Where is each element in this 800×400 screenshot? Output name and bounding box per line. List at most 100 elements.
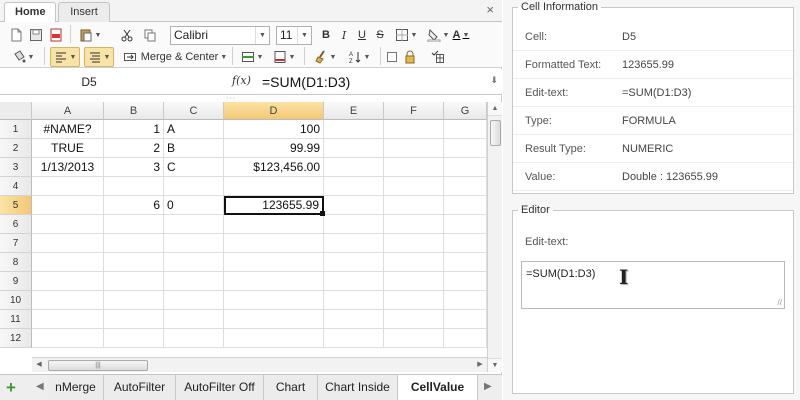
cell-d1[interactable]: 100 [224,120,324,139]
sheet-tab-chart[interactable]: Chart [264,375,318,400]
cell-d7[interactable] [224,234,324,253]
cell-g2[interactable] [444,139,487,158]
sheet-tab-chart-inside[interactable]: Chart Inside [318,375,398,400]
cell-b4[interactable] [104,177,164,196]
cell-d6[interactable] [224,215,324,234]
cell-f3[interactable] [384,158,444,177]
paint-bucket-icon[interactable]: ▼ [8,47,38,67]
cell-f8[interactable] [384,253,444,272]
cell-e10[interactable] [324,291,384,310]
cell-g6[interactable] [444,215,487,234]
ribbon-tab-home[interactable]: Home [4,2,56,23]
column-header-c[interactable]: C [164,102,224,120]
cell-a3[interactable]: 1/13/2013 [32,158,104,177]
cell-a11[interactable] [32,310,104,329]
cell-a9[interactable] [32,272,104,291]
row-header-4[interactable]: 4 [0,177,32,196]
vertical-align-icon[interactable]: ▼ [50,47,80,67]
row-header-2[interactable]: 2 [0,139,32,158]
row-header-11[interactable]: 11 [0,310,32,329]
cell-g8[interactable] [444,253,487,272]
cell-c9[interactable] [164,272,224,291]
cell-a4[interactable] [32,177,104,196]
column-header-b[interactable]: B [104,102,164,120]
cell-c2[interactable]: B [164,139,224,158]
paste-icon[interactable]: ▼ [75,25,105,45]
cell-a10[interactable] [32,291,104,310]
cell-b7[interactable] [104,234,164,253]
cell-c12[interactable] [164,329,224,348]
column-header-e[interactable]: E [324,102,384,120]
cell-f7[interactable] [384,234,444,253]
merge-center-button[interactable]: Merge & Center ▼ [120,47,230,67]
cell-c5[interactable]: 0 [164,196,224,215]
clear-broom-icon[interactable]: ▼ [310,47,340,67]
save-icon[interactable] [28,25,44,45]
cell-b12[interactable] [104,329,164,348]
gridlines-icon[interactable] [422,47,452,67]
pin-icon[interactable]: ⬇ [490,75,498,86]
row-header-7[interactable]: 7 [0,234,32,253]
copy-icon[interactable] [142,25,158,45]
cell-f2[interactable] [384,139,444,158]
cell-d2[interactable]: 99.99 [224,139,324,158]
cell-b2[interactable]: 2 [104,139,164,158]
sheet-tab-nmerge[interactable]: nMerge [48,375,104,400]
cell-g9[interactable] [444,272,487,291]
scroll-down-icon[interactable]: ▼ [488,358,502,372]
cell-d10[interactable] [224,291,324,310]
cell-e7[interactable] [324,234,384,253]
row-header-8[interactable]: 8 [0,253,32,272]
font-color-button[interactable]: A ▼ [447,25,475,45]
close-icon[interactable]: × [486,3,494,17]
cell-c4[interactable] [164,177,224,196]
cell-b5[interactable]: 6 [104,196,164,215]
sheet-tab-cellvalue[interactable]: CellValue [398,375,478,400]
tab-scroll-left-icon[interactable]: ◀ [36,381,44,392]
scroll-left-icon[interactable]: ◀ [32,358,46,372]
cell-f5[interactable] [384,196,444,215]
lock-icon[interactable] [402,47,418,67]
column-header-a[interactable]: A [32,102,104,120]
sort-az-icon[interactable]: A Z ▼ [344,47,374,67]
column-header-f[interactable]: F [384,102,444,120]
new-file-icon[interactable] [8,25,24,45]
cell-c8[interactable] [164,253,224,272]
cell-a7[interactable] [32,234,104,253]
cell-d3[interactable]: $123,456.00 [224,158,324,177]
italic-button[interactable]: I [337,25,351,45]
horizontal-align-icon[interactable]: ▼ [84,47,114,67]
pdf-icon[interactable] [48,25,64,45]
cell-g4[interactable] [444,177,487,196]
cell-f12[interactable] [384,329,444,348]
font-size-select[interactable]: 11 ▼ [276,26,312,45]
checkbox-icon[interactable] [385,47,399,67]
row-header-9[interactable]: 9 [0,272,32,291]
strikethrough-button[interactable]: S [373,25,387,45]
cell-a8[interactable] [32,253,104,272]
row-header-12[interactable]: 12 [0,329,32,348]
cell-e6[interactable] [324,215,384,234]
cell-e12[interactable] [324,329,384,348]
cell-d5[interactable]: 123655.99 [224,196,324,215]
ribbon-tab-insert[interactable]: Insert [58,2,110,23]
cell-b11[interactable] [104,310,164,329]
delete-row-icon[interactable]: ▼ [270,47,298,67]
cell-e5[interactable] [324,196,384,215]
borders-icon[interactable]: ▼ [392,25,420,45]
cell-e4[interactable] [324,177,384,196]
select-all-corner[interactable] [0,102,32,120]
cell-a2[interactable]: TRUE [32,139,104,158]
cell-b10[interactable] [104,291,164,310]
sheet-tab-autofilter[interactable]: AutoFilter [104,375,176,400]
tab-scroll-right-icon[interactable]: ▶ [484,381,492,392]
column-header-d[interactable]: D [224,102,324,120]
insert-row-icon[interactable]: ▼ [238,47,266,67]
edit-text-area[interactable]: =SUM(D1:D3) I // [521,261,785,309]
cell-d4[interactable] [224,177,324,196]
scroll-right-icon[interactable]: ▶ [473,358,487,372]
font-name-select[interactable]: Calibri ▼ [170,26,270,45]
fill-handle[interactable] [320,211,325,216]
add-sheet-icon[interactable]: + [6,379,16,396]
cell-a1[interactable]: #NAME? [32,120,104,139]
